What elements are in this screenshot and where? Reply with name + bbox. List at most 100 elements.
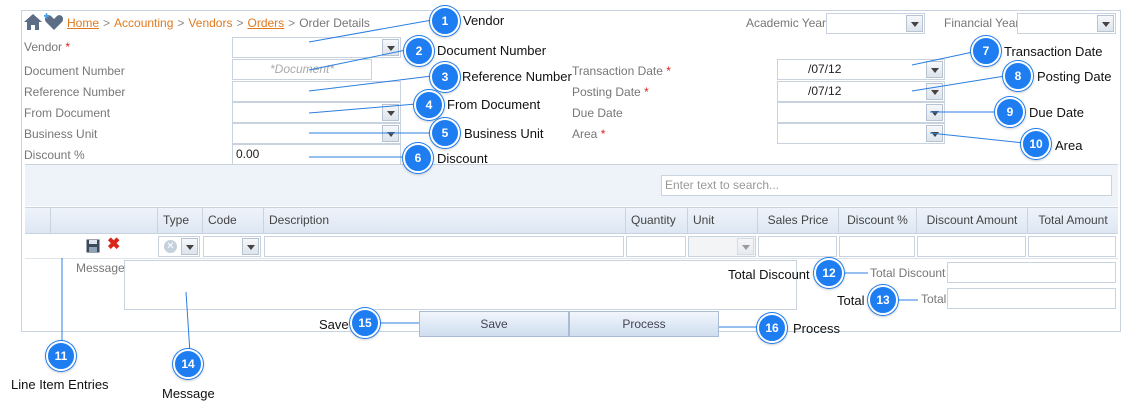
breadcrumb-orders[interactable]: Orders xyxy=(247,16,284,30)
callout-badge-2: 2 xyxy=(404,36,434,66)
vendor-select[interactable] xyxy=(232,37,401,58)
column-header-unit[interactable]: Unit xyxy=(687,208,757,233)
total-discount-input[interactable] xyxy=(947,262,1116,283)
total-discount-label: Total Discount xyxy=(870,266,946,280)
discount-pct-input[interactable] xyxy=(839,236,915,257)
calendar-dropdown-icon[interactable] xyxy=(926,104,943,121)
due-date-label: Due Date xyxy=(572,106,623,120)
posting-date-label: Posting Date * xyxy=(572,85,649,99)
chevron-down-icon[interactable] xyxy=(382,125,399,142)
reference-number-input[interactable] xyxy=(232,81,401,102)
reference-number-label: Reference Number xyxy=(24,85,126,99)
chevron-down-icon[interactable] xyxy=(382,104,399,121)
business-unit-select[interactable] xyxy=(232,123,401,144)
business-unit-label: Business Unit xyxy=(24,127,98,141)
column-header-discount-amount[interactable]: Discount Amount xyxy=(916,208,1027,233)
breadcrumb-accounting[interactable]: Accounting xyxy=(114,16,173,30)
vendor-label: Vendor * xyxy=(24,40,71,54)
discount-label: Discount % xyxy=(24,148,85,162)
financial-year-label: Financial Year xyxy=(944,16,1020,30)
callout-label-vendor: Vendor xyxy=(463,13,505,28)
academic-year-label: Academic Year xyxy=(746,16,827,30)
callout-badge-7: 7 xyxy=(971,36,1001,66)
callout-badge-9: 9 xyxy=(995,97,1025,127)
chevron-down-icon[interactable] xyxy=(906,15,923,32)
callout-badge-10: 10 xyxy=(1021,129,1051,159)
callout-badge-6: 6 xyxy=(403,143,433,173)
column-header-quantity[interactable]: Quantity xyxy=(625,208,687,233)
required-mark: * xyxy=(65,40,71,54)
callout-label-due-date: Due Date xyxy=(1029,105,1084,120)
calendar-dropdown-icon[interactable] xyxy=(926,61,943,78)
callout-label-process: Process xyxy=(793,321,840,336)
chevron-down-icon[interactable] xyxy=(181,238,198,255)
process-button[interactable]: Process xyxy=(569,311,719,337)
document-number-input[interactable]: *Document* xyxy=(232,59,372,80)
save-button[interactable]: Save xyxy=(419,311,569,337)
transaction-date-input[interactable]: /07/12 xyxy=(777,59,945,80)
message-textarea[interactable] xyxy=(124,260,797,310)
breadcrumb-home[interactable]: Home xyxy=(67,16,99,30)
discount-amount-input[interactable] xyxy=(917,236,1026,257)
description-input[interactable] xyxy=(264,236,624,257)
callout-label-total-discount: Total Discount xyxy=(728,267,810,282)
from-document-label: From Document xyxy=(24,106,111,120)
callout-badge-8: 8 xyxy=(1003,61,1033,91)
unit-select xyxy=(688,236,756,257)
grid-search-input[interactable]: Enter text to search... xyxy=(661,175,1112,196)
save-row-icon[interactable] xyxy=(86,239,100,253)
callout-label-area: Area xyxy=(1055,138,1083,153)
column-header-type[interactable]: Type xyxy=(157,208,202,233)
breadcrumb-separator: > xyxy=(103,16,111,30)
posting-date-input[interactable]: /07/12 xyxy=(777,81,945,102)
breadcrumb-separator: > xyxy=(236,16,244,30)
callout-badge-14: 14 xyxy=(173,349,203,379)
academic-year-select[interactable] xyxy=(826,13,925,34)
area-select[interactable] xyxy=(777,123,945,144)
transaction-date-label: Transaction Date * xyxy=(572,64,671,78)
total-input[interactable] xyxy=(947,288,1116,309)
column-header-total-amount[interactable]: Total Amount xyxy=(1027,208,1118,233)
document-number-label: Document Number xyxy=(24,64,125,78)
callout-label-total: Total xyxy=(837,293,865,308)
delete-row-icon[interactable]: ✖ xyxy=(107,237,121,253)
transaction-date-value: /07/12 xyxy=(808,62,842,76)
clear-icon[interactable]: ✕ xyxy=(164,240,177,253)
area-label: Area * xyxy=(572,127,606,141)
type-select[interactable]: ✕ xyxy=(158,236,200,257)
calendar-dropdown-icon[interactable] xyxy=(926,83,943,100)
required-mark: * xyxy=(666,64,671,78)
chevron-down-icon[interactable] xyxy=(926,125,943,142)
column-header-description[interactable]: Description xyxy=(263,208,625,233)
favorite-heart-icon[interactable] xyxy=(43,13,64,31)
callout-badge-13: 13 xyxy=(868,285,898,315)
required-mark: * xyxy=(644,85,649,99)
breadcrumb-vendors[interactable]: Vendors xyxy=(188,16,232,30)
breadcrumb-current: Order Details xyxy=(299,16,370,30)
column-header-sales-price[interactable]: Sales Price xyxy=(757,208,838,233)
callout-label-save: Save xyxy=(319,317,349,332)
callout-badge-16: 16 xyxy=(757,313,787,343)
from-document-select[interactable] xyxy=(232,102,401,123)
chevron-down-icon[interactable] xyxy=(242,238,259,255)
callout-badge-3: 3 xyxy=(430,62,460,92)
callout-badge-15: 15 xyxy=(350,308,380,338)
sales-price-input[interactable] xyxy=(758,236,837,257)
callout-label-discount: Discount xyxy=(437,151,488,166)
quantity-input[interactable] xyxy=(626,236,686,257)
column-header-discount-pct[interactable]: Discount % xyxy=(838,208,916,233)
code-select[interactable] xyxy=(203,236,261,257)
message-label: Message xyxy=(76,261,125,275)
discount-input[interactable]: 0.00 xyxy=(232,144,401,165)
callout-label-business-unit: Business Unit xyxy=(464,126,544,141)
home-icon[interactable] xyxy=(23,13,43,31)
callout-badge-11: 11 xyxy=(46,341,76,371)
chevron-down-icon[interactable] xyxy=(382,39,399,56)
total-amount-input[interactable] xyxy=(1028,236,1116,257)
chevron-down-icon xyxy=(737,238,754,255)
column-header-code[interactable]: Code xyxy=(202,208,263,233)
financial-year-select[interactable] xyxy=(1017,13,1116,34)
callout-badge-12: 12 xyxy=(814,258,844,288)
due-date-input[interactable] xyxy=(777,102,945,123)
chevron-down-icon[interactable] xyxy=(1097,15,1114,32)
